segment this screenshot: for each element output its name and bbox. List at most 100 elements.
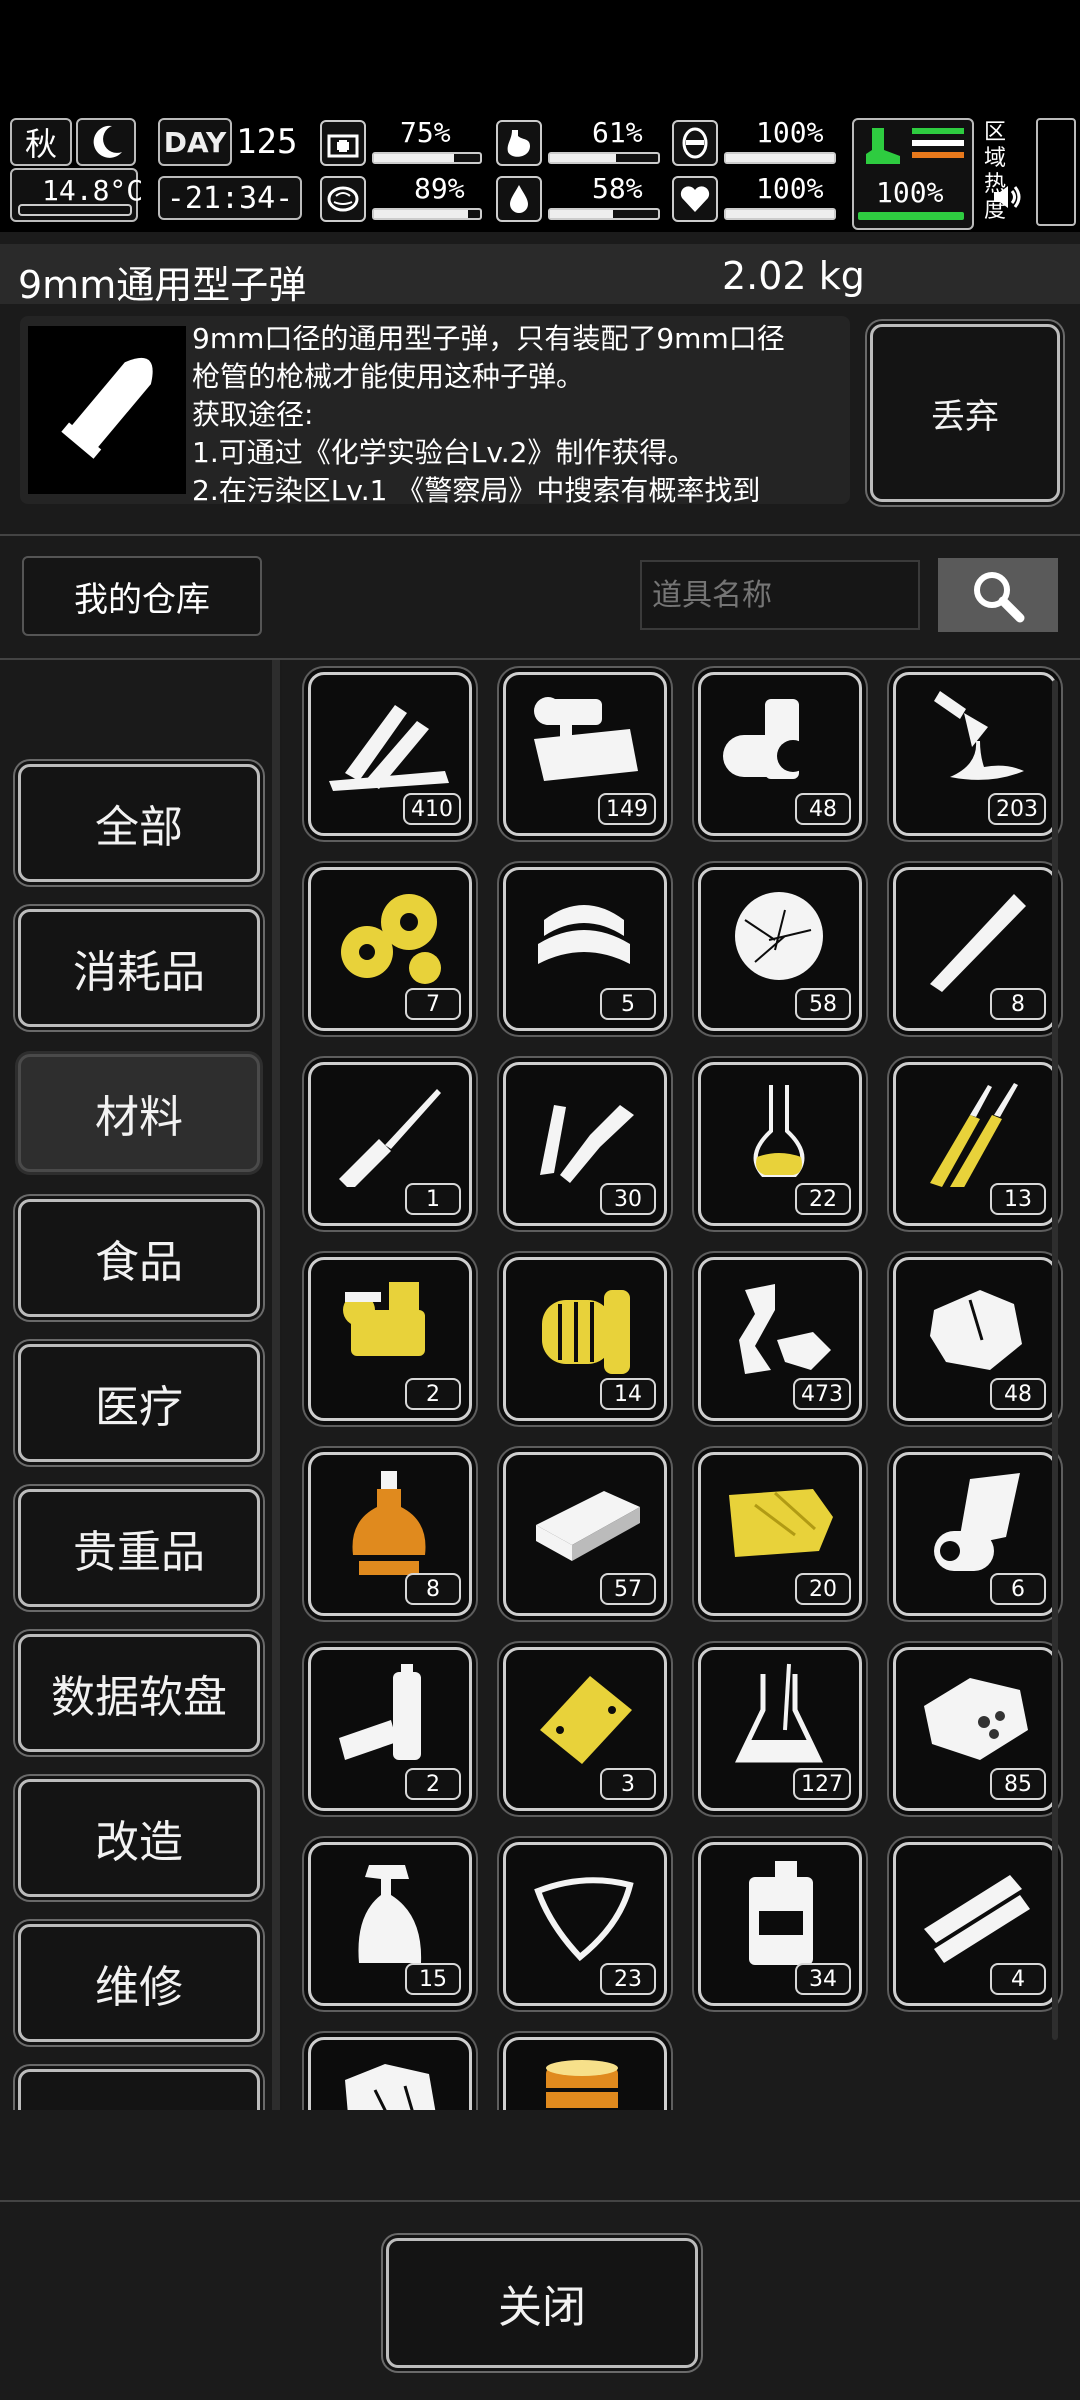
tab-my-warehouse-label: 我的仓库 xyxy=(74,579,210,620)
item-count: 85 xyxy=(990,1768,1046,1800)
item-count: 473 xyxy=(793,1378,851,1410)
search-button[interactable] xyxy=(938,558,1058,632)
temperature-box: 14.8°C xyxy=(10,168,143,222)
item-slot[interactable]: 58 xyxy=(698,867,862,1031)
discard-button-label: 丢弃 xyxy=(931,396,999,437)
category-label: 消耗品 xyxy=(73,947,205,998)
description-line: 获取途径: xyxy=(192,398,314,431)
item-slot[interactable]: 473 xyxy=(698,1257,862,1421)
item-slot[interactable]: 34 xyxy=(698,1842,862,2006)
category-10[interactable]: 机械载体 xyxy=(18,2069,260,2110)
time-value: -21:34- xyxy=(166,180,294,216)
sidebar-divider xyxy=(272,660,280,2110)
item-slot[interactable]: 6 xyxy=(893,1452,1057,1616)
item-count: 203 xyxy=(988,793,1046,825)
item-slot[interactable]: 14 xyxy=(503,1257,667,1421)
clock: -21:34- xyxy=(158,176,302,220)
item-slot[interactable]: 127 xyxy=(698,1647,862,1811)
item-slot[interactable]: 22 xyxy=(698,1062,862,1226)
rock-icon xyxy=(930,1290,1022,1370)
item-slot[interactable]: 15 xyxy=(308,1842,472,2006)
item-slot[interactable]: 48 xyxy=(698,672,862,836)
category-label: 材料 xyxy=(95,1092,183,1143)
mental-meter xyxy=(372,208,482,220)
category-7[interactable]: 数据软盘 xyxy=(18,1634,260,1752)
temperature-value: 14.8°C xyxy=(42,174,144,207)
item-count: 5 xyxy=(600,988,656,1020)
item-count: 6 xyxy=(990,1573,1046,1605)
item-count: 22 xyxy=(795,1183,851,1215)
item-slot[interactable]: 8 xyxy=(893,867,1057,1031)
search-icon xyxy=(974,572,1025,623)
mental-value: 89% xyxy=(414,172,465,205)
discard-button[interactable]: 丢弃 xyxy=(870,324,1060,502)
item-slot[interactable]: 30 xyxy=(503,1062,667,1226)
item-weight: 2.02 kg xyxy=(722,254,865,298)
glue-icon xyxy=(934,691,1024,780)
category-sidebar[interactable]: 全部消耗品材料食品医疗贵重品数据软盘改造维修机械载体 xyxy=(0,660,282,2110)
moon-icon xyxy=(76,118,136,166)
category-6[interactable]: 贵重品 xyxy=(18,1489,260,1607)
wires-icon xyxy=(930,1083,1018,1187)
health-meter xyxy=(372,152,482,164)
item-slot[interactable]: 149 xyxy=(503,672,667,836)
item-slot[interactable]: 410 xyxy=(308,672,472,836)
description-line: 9mm口径的通用型子弹，只有装配了9mm口径 xyxy=(192,322,785,355)
item-slot[interactable]: 23 xyxy=(503,1842,667,2006)
category-label: 改造 xyxy=(95,1817,183,1868)
category-1[interactable]: 全部 xyxy=(18,764,260,882)
category-label: 食品 xyxy=(95,1237,183,1288)
close-button-label: 关闭 xyxy=(498,2282,586,2333)
zone-heat-meter xyxy=(1036,118,1076,226)
close-button[interactable]: 关闭 xyxy=(386,2238,698,2368)
pipes-icon xyxy=(723,699,809,779)
rod-icon xyxy=(930,894,1026,992)
description-line: 枪管的枪械才能使用这种子弹。 xyxy=(192,360,585,393)
item-detail-header: 9mm通用型子弹 2.02 kg xyxy=(0,244,1080,307)
item-slot[interactable]: 5 xyxy=(503,867,667,1031)
item-slot[interactable]: 7 xyxy=(308,867,472,1031)
item-slot[interactable]: 20 xyxy=(308,2037,472,2110)
item-slot[interactable]: 85 xyxy=(893,1647,1057,1811)
item-slot[interactable]: 57 xyxy=(503,1452,667,1616)
category-2[interactable]: 消耗品 xyxy=(18,909,260,1027)
item-count: 2 xyxy=(405,1768,461,1800)
item-grid[interactable]: 410 149 48 203 7 5 58 8 1 30 22 13 2 14 473 48 8 57 20 6 2 3 1… xyxy=(286,660,1080,2110)
category-label: 数据软盘 xyxy=(51,1672,227,1723)
item-slot[interactable]: 48 xyxy=(893,1257,1057,1421)
item-count: 127 xyxy=(793,1768,851,1800)
item-slot[interactable]: 203 xyxy=(893,672,1057,836)
item-description-panel[interactable]: 9mm口径的通用型子弹，只有装配了9mm口径 枪管的枪械才能使用这种子弹。 获取… xyxy=(20,316,850,504)
metal-ingot-icon xyxy=(536,1491,640,1561)
heart-meter xyxy=(724,208,836,220)
status-bar: 秋 14.8°C DAY 125 -21:34- 75% 61% 100% 89… xyxy=(0,112,1080,230)
item-slot[interactable]: 4 xyxy=(893,1842,1057,2006)
tab-my-warehouse[interactable]: 我的仓库 xyxy=(22,556,262,636)
plate-icon xyxy=(540,1676,632,1764)
screwdriver-icon xyxy=(339,1089,441,1187)
category-3[interactable]: 材料 xyxy=(18,1054,260,1172)
cloth-icon xyxy=(729,1489,833,1557)
item-slot[interactable]: 3 xyxy=(503,1647,667,1811)
item-slot[interactable]: 1 xyxy=(503,2037,667,2110)
item-slot[interactable]: 13 xyxy=(893,1062,1057,1226)
item-slot[interactable]: 8 xyxy=(308,1452,472,1616)
stamina-box: 100% xyxy=(852,118,974,230)
rag-icon xyxy=(345,2064,436,2110)
item-slot[interactable]: 2 xyxy=(308,1647,472,1811)
item-count: 8 xyxy=(405,1573,461,1605)
item-count: 7 xyxy=(405,988,461,1020)
category-4[interactable]: 食品 xyxy=(18,1199,260,1317)
item-slot[interactable]: 2 xyxy=(308,1257,472,1421)
item-count: 20 xyxy=(795,1573,851,1605)
search-input[interactable] xyxy=(640,560,920,630)
beaker-icon xyxy=(735,1663,823,1763)
item-slot[interactable]: 1 xyxy=(308,1062,472,1226)
category-9[interactable]: 维修 xyxy=(18,1924,260,2042)
grid-scrollbar[interactable] xyxy=(1052,680,1058,2040)
category-8[interactable]: 改造 xyxy=(18,1779,260,1897)
item-slot[interactable]: 20 xyxy=(698,1452,862,1616)
armor-meter xyxy=(724,152,836,164)
category-5[interactable]: 医疗 xyxy=(18,1344,260,1462)
speaker-icon[interactable] xyxy=(990,182,1024,216)
